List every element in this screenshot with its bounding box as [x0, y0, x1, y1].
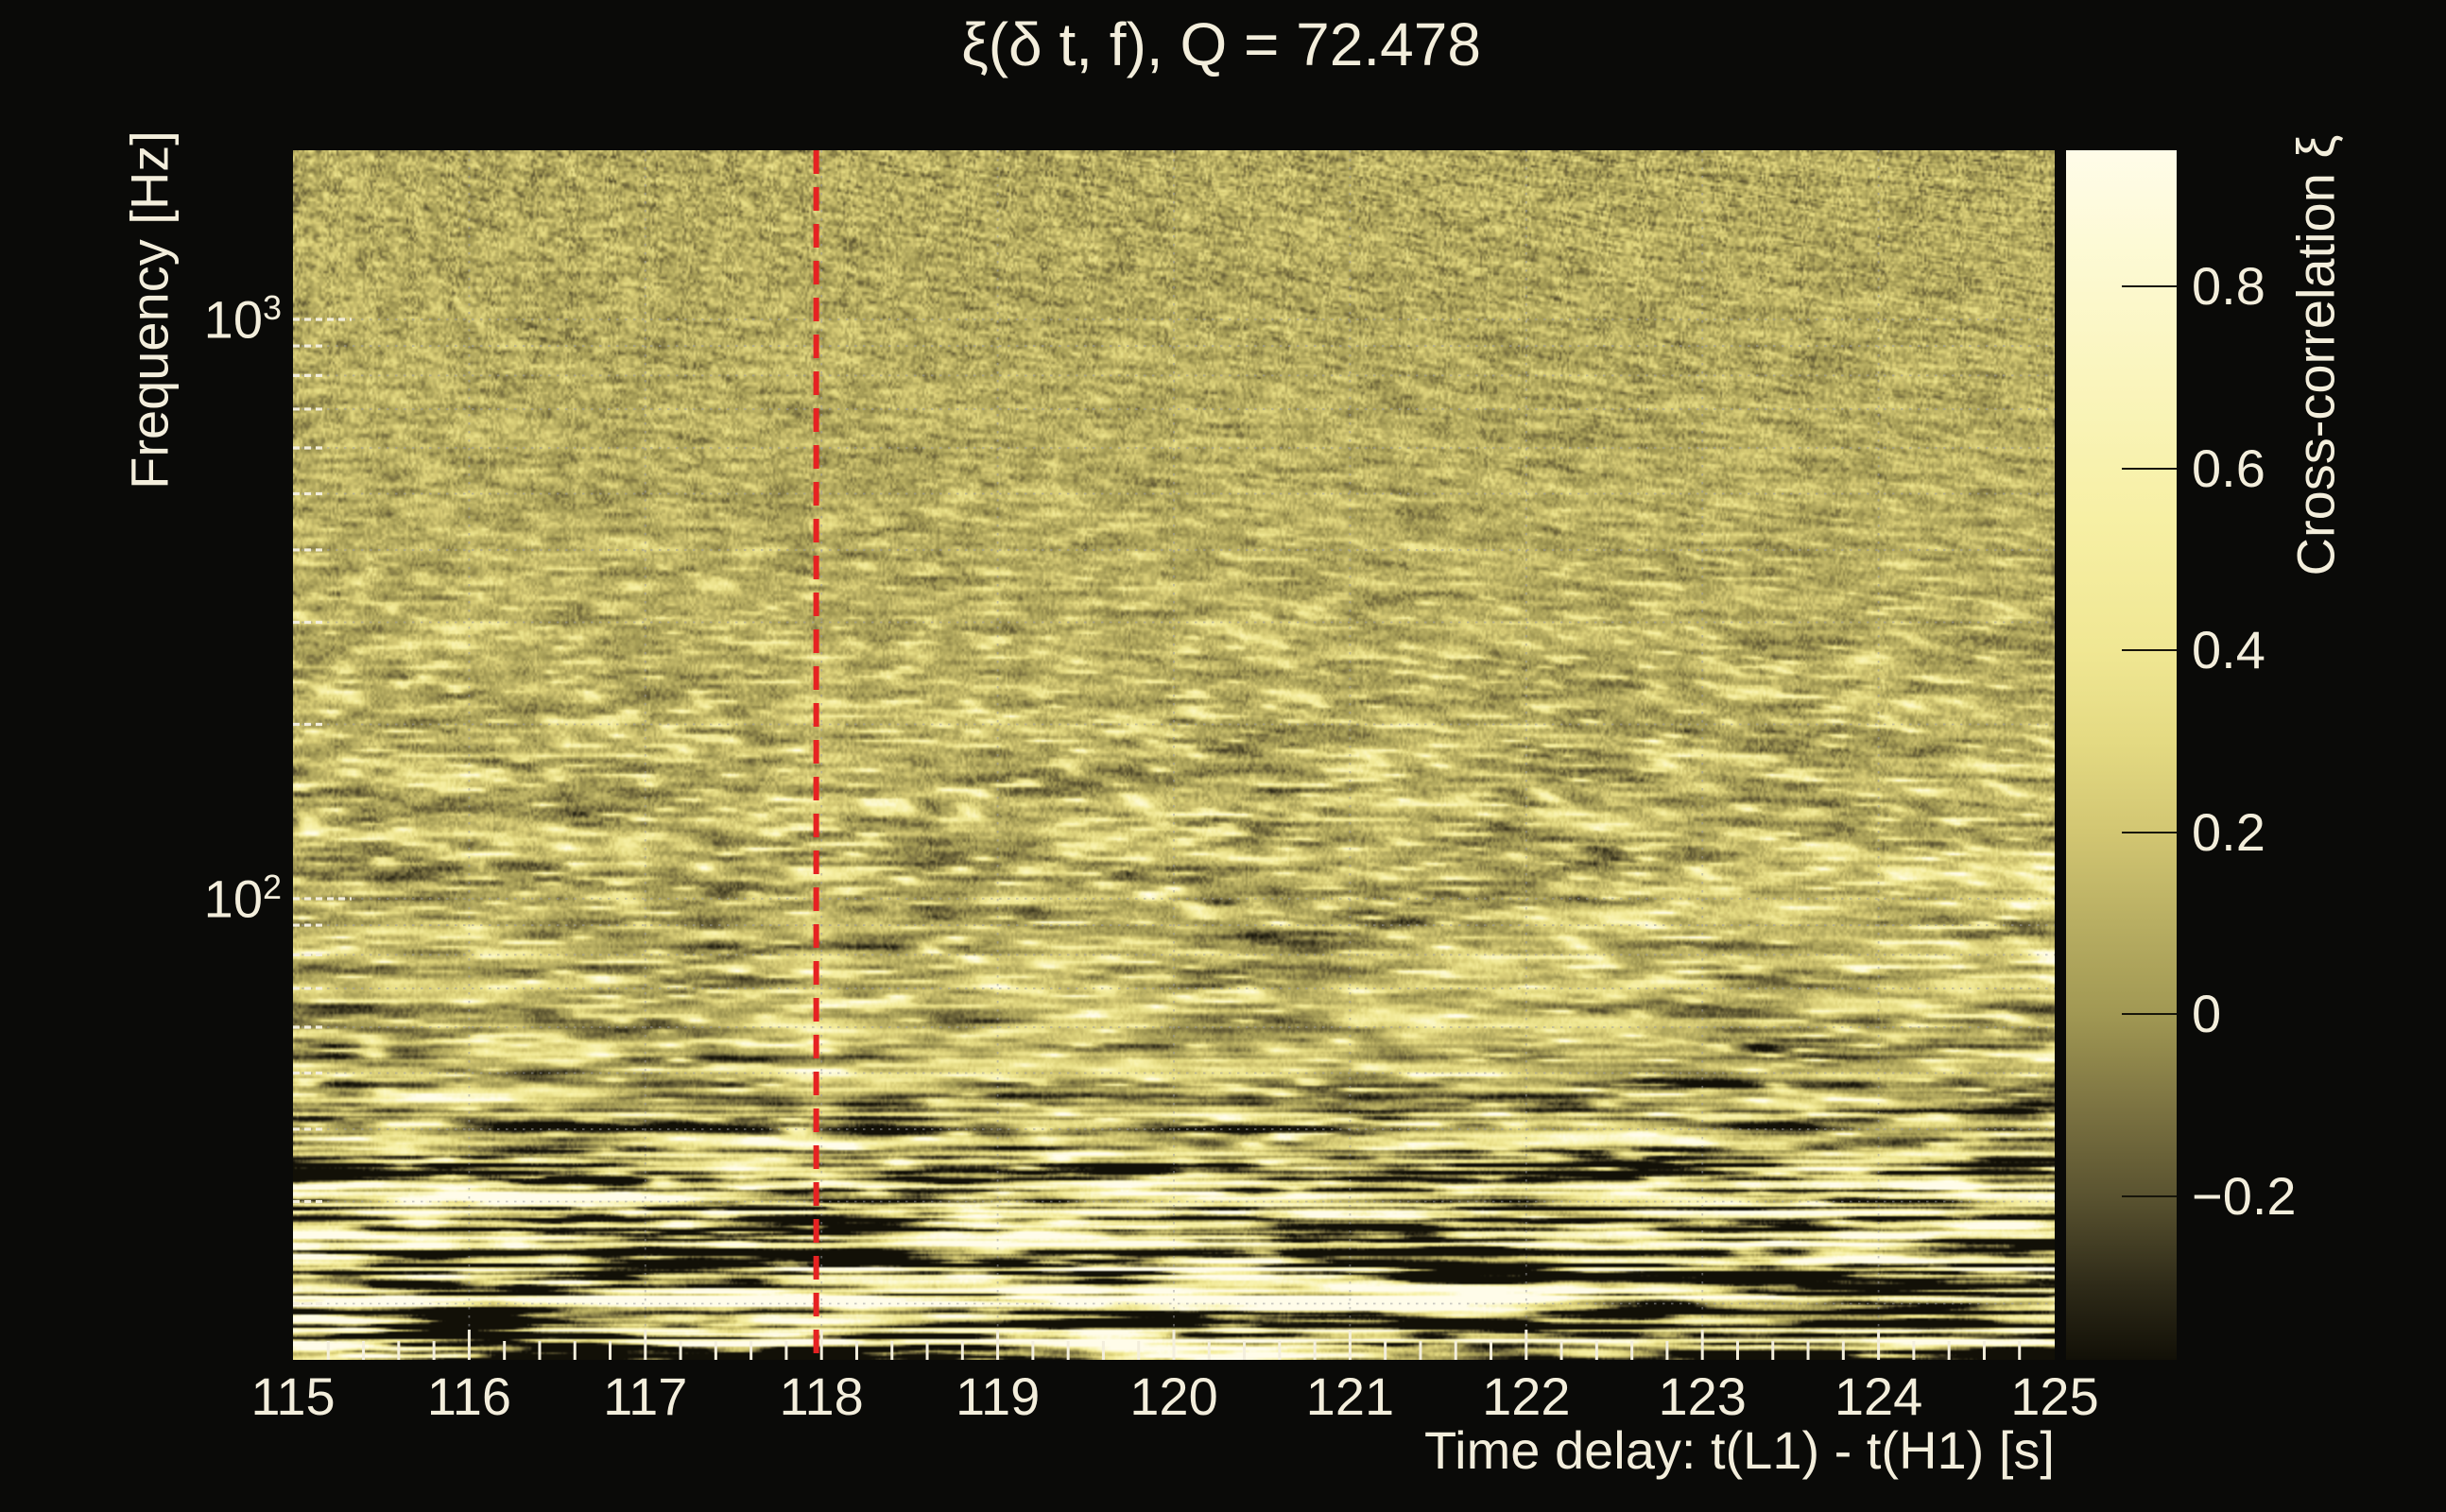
- x-tick-label: 116: [427, 1368, 511, 1425]
- colorbar-tick-label: 0.6: [2192, 440, 2265, 497]
- y-tick-label: 102: [140, 859, 282, 928]
- colorbar-tick: [2122, 285, 2177, 287]
- colorbar-title: Cross-correlation ξ: [2285, 135, 2347, 576]
- x-tick-label: 121: [1306, 1368, 1394, 1425]
- x-tick-label: 123: [1658, 1368, 1746, 1425]
- colorbar-tick: [2122, 468, 2177, 470]
- colorbar-tick: [2122, 649, 2177, 651]
- colorbar-tick-label: 0.4: [2192, 622, 2265, 679]
- colorbar-tick-label: 0.8: [2192, 258, 2265, 315]
- x-tick-label: 118: [780, 1368, 864, 1425]
- x-tick-label: 119: [956, 1368, 1040, 1425]
- colorbar-tick: [2122, 1195, 2177, 1197]
- figure-root: ξ(δ t, f), Q = 72.478 Frequency [Hz] 103…: [0, 0, 2446, 1512]
- x-tick-label: 122: [1482, 1368, 1570, 1425]
- plot-title: ξ(δ t, f), Q = 72.478: [961, 9, 1481, 79]
- colorbar-tick-label: −0.2: [2192, 1168, 2297, 1225]
- x-tick-label: 120: [1129, 1368, 1217, 1425]
- colorbar: [2066, 150, 2177, 1360]
- x-tick-label: 125: [2010, 1368, 2098, 1425]
- x-axis-title: Time delay: t(L1) - t(H1) [s]: [1110, 1419, 2055, 1481]
- x-tick-label: 115: [250, 1368, 335, 1425]
- colorbar-tick-label: 0.2: [2192, 804, 2265, 861]
- colorbar-tick-label: 0: [2192, 986, 2221, 1042]
- y-tick-label: 103: [140, 280, 282, 349]
- heatmap-plot: [293, 150, 2055, 1360]
- x-tick-label: 117: [603, 1368, 687, 1425]
- colorbar-tick: [2122, 1013, 2177, 1015]
- plot-overlay: [293, 150, 2055, 1360]
- colorbar-tick: [2122, 832, 2177, 833]
- x-tick-label: 124: [1834, 1368, 1922, 1425]
